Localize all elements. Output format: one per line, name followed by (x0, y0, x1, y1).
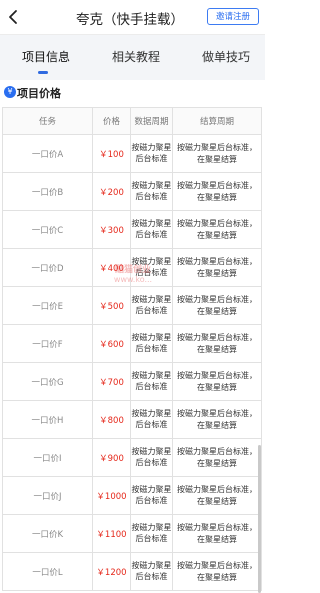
invite-register-button[interactable]: 邀请注册 (207, 8, 259, 25)
settle-period-cell: 按磁力聚星后台标准，在聚星结算 (172, 552, 262, 591)
task-cell: 一口价H (2, 400, 93, 439)
settle-period-cell: 按磁力聚星后台标准，在聚星结算 (172, 362, 262, 401)
data-period-cell: 按磁力聚星后台标准 (130, 552, 173, 591)
table-row: 一口价D ￥400 按磁力聚星后台标准 按磁力聚星后台标准，在聚星结算 (2, 248, 262, 287)
task-cell: 一口价D (2, 248, 93, 287)
task-cell: 一口价G (2, 362, 93, 401)
yen-icon: ¥ (4, 86, 16, 98)
app-header: 夸克（快手挂载） 邀请注册 (0, 0, 265, 34)
section-header: ¥ 项目价格 (0, 80, 265, 104)
settle-period-cell: 按磁力聚星后台标准，在聚星结算 (172, 210, 262, 249)
table-row: 一口价F ￥600 按磁力聚星后台标准 按磁力聚星后台标准，在聚星结算 (2, 324, 262, 363)
column-header-settle-period: 结算周期 (172, 107, 262, 135)
price-table: 任务 价格 数据周期 结算周期 一口价A ￥100 按磁力聚星后台标准 按磁力聚… (2, 107, 262, 591)
tab-tips[interactable]: 做单技巧 (194, 48, 258, 65)
column-header-data-period: 数据周期 (130, 107, 173, 135)
data-period-cell: 按磁力聚星后台标准 (130, 210, 173, 249)
price-cell: ￥500 (92, 286, 131, 325)
task-cell: 一口价F (2, 324, 93, 363)
data-period-cell: 按磁力聚星后台标准 (130, 514, 173, 553)
settle-period-cell: 按磁力聚星后台标准，在聚星结算 (172, 248, 262, 287)
tab-project-info[interactable]: 项目信息 (14, 48, 78, 65)
data-period-cell: 按磁力聚星后台标准 (130, 400, 173, 439)
price-cell: ￥1100 (92, 514, 131, 553)
table-row: 一口价K ￥1100 按磁力聚星后台标准 按磁力聚星后台标准，在聚星结算 (2, 514, 262, 553)
table-row: 一口价L ￥1200 按磁力聚星后台标准 按磁力聚星后台标准，在聚星结算 (2, 552, 262, 591)
data-period-cell: 按磁力聚星后台标准 (130, 134, 173, 173)
price-cell: ￥200 (92, 172, 131, 211)
price-cell: ￥800 (92, 400, 131, 439)
table-row: 一口价H ￥800 按磁力聚星后台标准 按磁力聚星后台标准，在聚星结算 (2, 400, 262, 439)
price-cell: ￥300 (92, 210, 131, 249)
column-header-price: 价格 (92, 107, 131, 135)
active-tab-indicator (38, 71, 48, 74)
data-period-cell: 按磁力聚星后台标准 (130, 172, 173, 211)
price-cell: ￥1200 (92, 552, 131, 591)
settle-period-cell: 按磁力聚星后台标准，在聚星结算 (172, 172, 262, 211)
back-arrow-icon[interactable] (6, 8, 22, 26)
table-row: 一口价J ￥1000 按磁力聚星后台标准 按磁力聚星后台标准，在聚星结算 (2, 476, 262, 515)
settle-period-cell: 按磁力聚星后台标准，在聚星结算 (172, 476, 262, 515)
scrollbar[interactable] (258, 445, 261, 593)
table-row: 一口价C ￥300 按磁力聚星后台标准 按磁力聚星后台标准，在聚星结算 (2, 210, 262, 249)
task-cell: 一口价I (2, 438, 93, 477)
table-row: 一口价I ￥900 按磁力聚星后台标准 按磁力聚星后台标准，在聚星结算 (2, 438, 262, 477)
task-cell: 一口价L (2, 552, 93, 591)
price-cell: ￥400 (92, 248, 131, 287)
table-row: 一口价G ￥700 按磁力聚星后台标准 按磁力聚星后台标准，在聚星结算 (2, 362, 262, 401)
settle-period-cell: 按磁力聚星后台标准，在聚星结算 (172, 438, 262, 477)
table-header-row: 任务 价格 数据周期 结算周期 (2, 107, 262, 135)
tab-tutorials[interactable]: 相关教程 (104, 48, 168, 65)
settle-period-cell: 按磁力聚星后台标准，在聚星结算 (172, 514, 262, 553)
task-cell: 一口价A (2, 134, 93, 173)
settle-period-cell: 按磁力聚星后台标准，在聚星结算 (172, 286, 262, 325)
task-cell: 一口价E (2, 286, 93, 325)
table-row: 一口价B ￥200 按磁力聚星后台标准 按磁力聚星后台标准，在聚星结算 (2, 172, 262, 211)
data-period-cell: 按磁力聚星后台标准 (130, 248, 173, 287)
data-period-cell: 按磁力聚星后台标准 (130, 362, 173, 401)
section-title: 项目价格 (17, 87, 61, 100)
task-cell: 一口价K (2, 514, 93, 553)
price-cell: ￥900 (92, 438, 131, 477)
table-row: 一口价E ￥500 按磁力聚星后台标准 按磁力聚星后台标准，在聚星结算 (2, 286, 262, 325)
data-period-cell: 按磁力聚星后台标准 (130, 286, 173, 325)
price-cell: ￥100 (92, 134, 131, 173)
task-cell: 一口价B (2, 172, 93, 211)
task-cell: 一口价J (2, 476, 93, 515)
tab-bar: 项目信息 相关教程 做单技巧 (0, 34, 265, 80)
page-title: 夸克（快手挂载） (76, 12, 184, 28)
task-cell: 一口价C (2, 210, 93, 249)
price-cell: ￥1000 (92, 476, 131, 515)
data-period-cell: 按磁力聚星后台标准 (130, 324, 173, 363)
settle-period-cell: 按磁力聚星后台标准，在聚星结算 (172, 134, 262, 173)
settle-period-cell: 按磁力聚星后台标准，在聚星结算 (172, 324, 262, 363)
price-cell: ￥600 (92, 324, 131, 363)
column-header-task: 任务 (2, 107, 93, 135)
price-cell: ￥700 (92, 362, 131, 401)
data-period-cell: 按磁力聚星后台标准 (130, 438, 173, 477)
data-period-cell: 按磁力聚星后台标准 (130, 476, 173, 515)
table-row: 一口价A ￥100 按磁力聚星后台标准 按磁力聚星后台标准，在聚星结算 (2, 134, 262, 173)
settle-period-cell: 按磁力聚星后台标准，在聚星结算 (172, 400, 262, 439)
